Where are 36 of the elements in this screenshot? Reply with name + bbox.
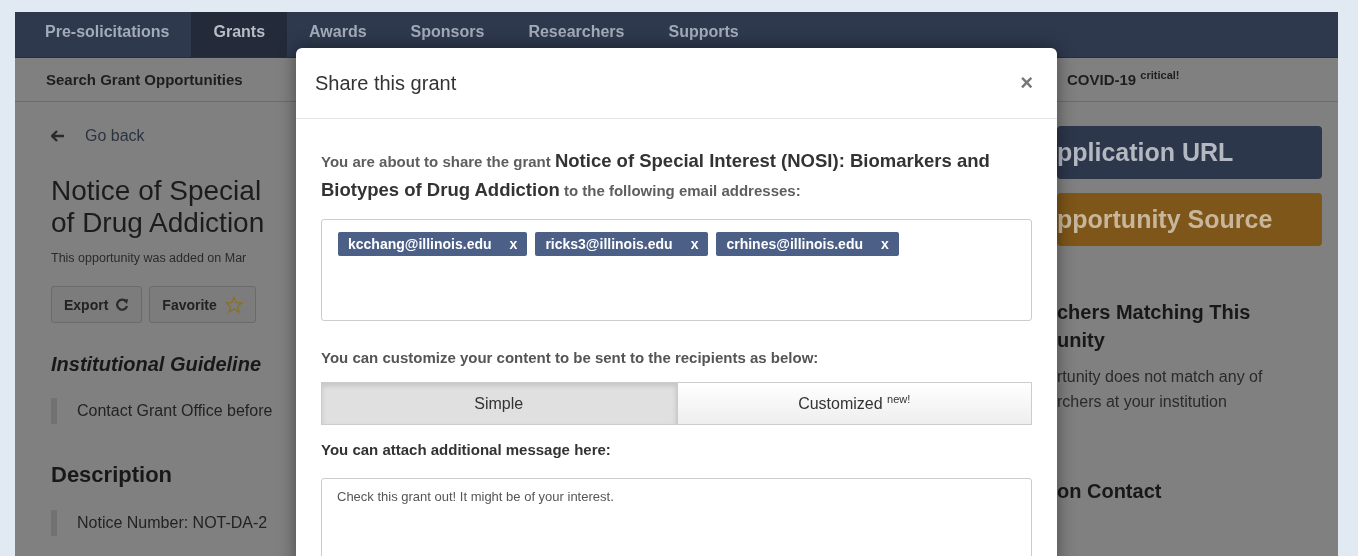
opportunity-source-button[interactable]: pportunity Source bbox=[1057, 193, 1322, 246]
mode-toggle-button[interactable]: Simple bbox=[321, 382, 677, 425]
guidelines-heading: Institutional Guideline bbox=[51, 353, 262, 376]
covid-link[interactable]: COVID-19 $^{critical!}$ bbox=[1057, 69, 1349, 90]
mode-toggle-button[interactable]: Customized $^{new!}$ bbox=[676, 382, 1032, 425]
remove-email-button[interactable]: x bbox=[881, 236, 889, 252]
share-intro-text: You are about to share the grant Notice of Special Interest (NOSI): Biomarkers and Biotypes of Drug Addiction to the following email addresses: bbox=[321, 149, 991, 202]
grant-title: Notice of Special bbox=[51, 175, 262, 207]
remove-email-button[interactable]: x bbox=[509, 236, 518, 252]
description-heading: Description bbox=[51, 462, 174, 488]
application-url-button[interactable]: pplication URL bbox=[1057, 126, 1322, 179]
matching-heading: chers Matching This bbox=[1057, 300, 1252, 325]
email-field[interactable]: kcchang@illinois.edu x ricks3@illinois.edu x crhines@illinois.edu x bbox=[321, 219, 1032, 321]
go-back-link[interactable]: Go back bbox=[85, 127, 145, 145]
dialog-title: Share this grant bbox=[315, 71, 457, 95]
email-address: kcchang@illinois.edu bbox=[348, 236, 492, 252]
back-arrow-icon[interactable] bbox=[51, 130, 65, 142]
star-icon bbox=[224, 295, 243, 314]
customize-label: You can customize your content to be sent to the recipients as below: bbox=[321, 349, 820, 366]
message-field[interactable]: Check this grant out! It might be of your interest. bbox=[321, 478, 1032, 556]
nav-tab[interactable]: Pre-solicitations bbox=[23, 12, 192, 57]
matching-heading: unity bbox=[1057, 328, 1106, 353]
export-button[interactable]: Export bbox=[51, 286, 143, 323]
email-address: crhines@illinois.edu bbox=[726, 236, 863, 252]
nav-tab[interactable]: Grants bbox=[191, 12, 288, 57]
added-date-text: This opportunity was added on Mar bbox=[51, 251, 248, 265]
grant-title: of Drug Addiction bbox=[51, 207, 265, 239]
matching-text: rchers at your institution bbox=[1057, 392, 1228, 412]
favorite-button[interactable]: Favorite bbox=[149, 286, 256, 323]
close-button[interactable]: × bbox=[1016, 70, 1037, 96]
remove-email-button[interactable]: x bbox=[690, 236, 699, 252]
matching-text: rtunity does not match any of bbox=[1057, 367, 1264, 387]
message-label: You can attach additional message here: bbox=[321, 441, 612, 458]
email-address: ricks3@illinois.edu bbox=[545, 236, 673, 252]
search-grants-link[interactable]: Search Grant Opportunities bbox=[46, 71, 296, 88]
contact-heading: on Contact bbox=[1057, 480, 1163, 503]
